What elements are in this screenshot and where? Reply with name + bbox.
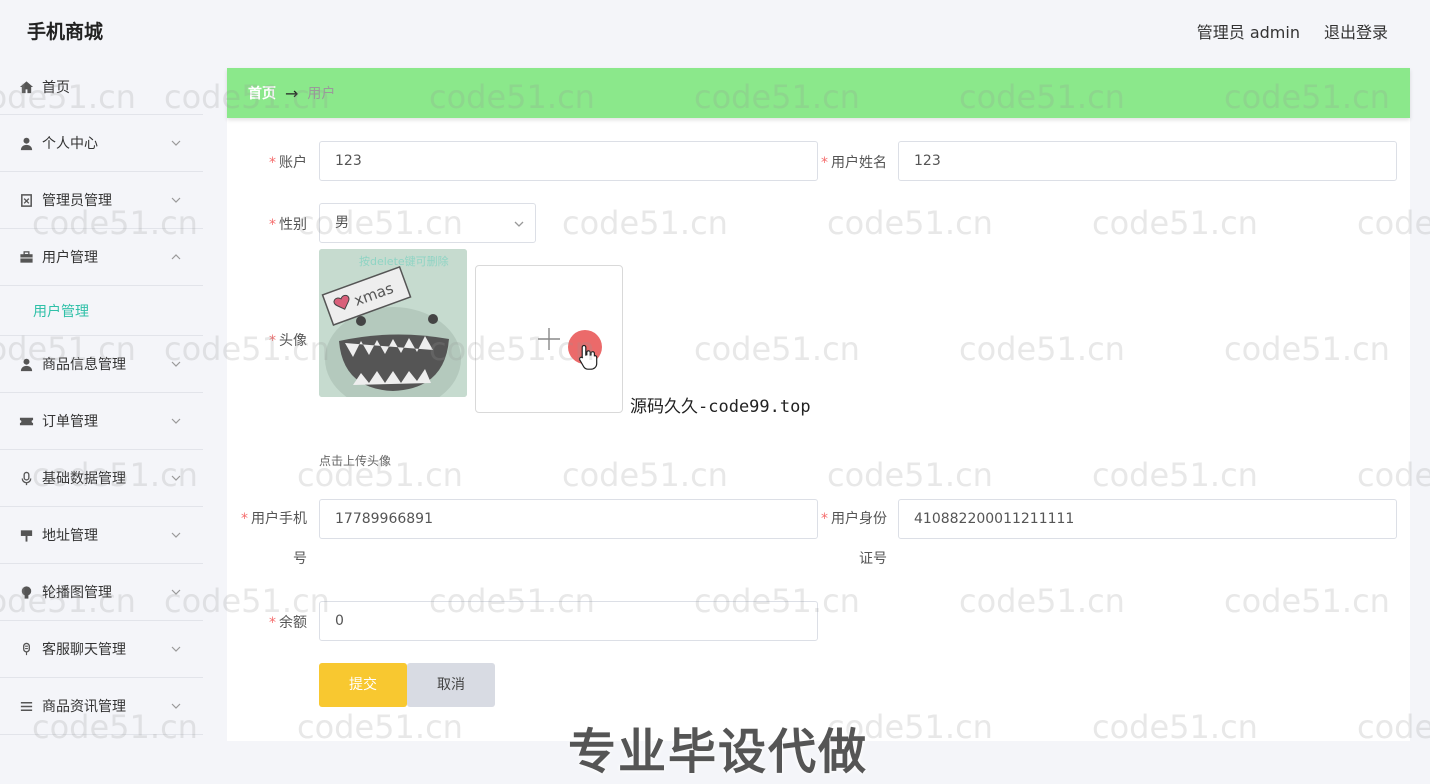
- gender-select[interactable]: 男: [319, 203, 536, 243]
- phone-input[interactable]: 17789966891: [319, 499, 818, 539]
- sidebar-item-news[interactable]: 商品资讯管理: [0, 678, 203, 735]
- sidebar-item-home[interactable]: 首页: [0, 60, 203, 115]
- ticket-icon: [18, 413, 34, 429]
- main-content: 首页 → 用户 * 账户 123 * 用户姓名 123 * 性别 男 * 头像 xmas…: [227, 68, 1410, 741]
- overlay-code-text: 源码久久-code99.top: [630, 397, 811, 417]
- chevron-down-icon: [171, 361, 181, 367]
- sidebar-item-admin[interactable]: 管理员管理: [0, 172, 203, 229]
- sidebar-item-address[interactable]: 地址管理: [0, 507, 203, 564]
- account-label: * 账户: [269, 155, 307, 171]
- avatar-label: * 头像: [269, 333, 307, 349]
- delete-hint-text: 按delete键可删除: [359, 254, 449, 268]
- sidebar-item-orders[interactable]: 订单管理: [0, 393, 203, 450]
- sidebar-item-label: 订单管理: [42, 414, 98, 430]
- sidebar-item-label: 地址管理: [42, 528, 98, 544]
- admin-icon: [18, 192, 34, 208]
- phone-label: * 用户手机 号: [241, 511, 307, 567]
- sidebar-item-label: 首页: [42, 80, 70, 96]
- chevron-down-icon: [171, 197, 181, 203]
- breadcrumb: 首页 → 用户: [227, 68, 1410, 118]
- sidebar-item-products[interactable]: 商品信息管理: [0, 336, 203, 393]
- gender-selected-value: 男: [335, 215, 349, 231]
- sidebar-item-banner[interactable]: 轮播图管理: [0, 564, 203, 621]
- idcard-label: * 用户身份 证号: [821, 511, 887, 567]
- sidebar-item-label: 用户管理: [42, 250, 98, 266]
- chevron-down-icon: [171, 140, 181, 146]
- top-right-actions: 管理员 admin 退出登录: [1197, 19, 1388, 43]
- admin-label[interactable]: 管理员 admin: [1197, 19, 1300, 43]
- name-label: * 用户姓名: [821, 155, 887, 171]
- chevron-down-icon: [171, 418, 181, 424]
- hand-cursor-icon: [578, 344, 598, 370]
- chevron-up-icon: [171, 254, 181, 260]
- chevron-down-icon: [171, 532, 181, 538]
- chevron-down-icon: [514, 221, 524, 227]
- plus-icon: [538, 328, 560, 350]
- sidebar-item-label: 客服聊天管理: [42, 642, 126, 658]
- idcard-input[interactable]: 410882200011211111: [898, 499, 1397, 539]
- signpost-icon: [18, 527, 34, 543]
- user-icon: [18, 356, 34, 372]
- cancel-button[interactable]: 取消: [407, 663, 495, 707]
- sidebar: 首页 个人中心 管理员管理 用户管理 用户管理 商品信息管理 订单管理 基础数据…: [0, 60, 203, 784]
- avatar-upload-hint: 点击上传头像: [319, 454, 392, 468]
- sidebar-item-users[interactable]: 用户管理: [0, 229, 203, 286]
- chevron-down-icon: [171, 703, 181, 709]
- balance-label: * 余额: [269, 615, 307, 631]
- sidebar-item-label: 轮播图管理: [42, 585, 112, 601]
- chevron-down-icon: [171, 589, 181, 595]
- breadcrumb-arrow: →: [285, 83, 299, 103]
- avatar-image[interactable]: xmas 按delete键可删除: [319, 249, 467, 397]
- overlay-banner-text: 专业毕设代做: [568, 724, 869, 780]
- sidebar-item-basic-data[interactable]: 基础数据管理: [0, 450, 203, 507]
- account-input[interactable]: 123: [319, 141, 818, 181]
- sidebar-item-label: 个人中心: [42, 136, 98, 152]
- name-input[interactable]: 123: [898, 141, 1397, 181]
- brand-title: 手机商城: [27, 21, 104, 43]
- sidebar-item-label: 基础数据管理: [42, 471, 126, 487]
- sidebar-item-label: 商品信息管理: [42, 357, 126, 373]
- balance-input[interactable]: 0: [319, 601, 818, 641]
- sidebar-subitem-user-management[interactable]: 用户管理: [0, 286, 203, 336]
- home-icon: [18, 79, 34, 95]
- sidebar-item-label: 管理员管理: [42, 193, 112, 209]
- submit-button[interactable]: 提交: [319, 663, 407, 707]
- mic-icon: [18, 641, 34, 657]
- gender-label: * 性别: [269, 217, 307, 233]
- sidebar-item-profile[interactable]: 个人中心: [0, 115, 203, 172]
- breadcrumb-home[interactable]: 首页: [248, 83, 276, 103]
- chevron-down-icon: [171, 646, 181, 652]
- user-icon: [18, 135, 34, 151]
- sidebar-item-label: 商品资讯管理: [42, 699, 126, 715]
- top-bar: 手机商城 管理员 admin 退出登录: [0, 0, 1430, 60]
- list-icon: [18, 698, 34, 714]
- chevron-down-icon: [171, 475, 181, 481]
- monster-illustration: xmas 按delete键可删除: [319, 249, 467, 397]
- bulb-icon: [18, 584, 34, 600]
- sidebar-item-chat[interactable]: 客服聊天管理: [0, 621, 203, 678]
- avatar-upload-button[interactable]: [475, 265, 623, 413]
- microphone-icon: [18, 470, 34, 486]
- briefcase-icon: [18, 249, 34, 265]
- logout-link[interactable]: 退出登录: [1324, 19, 1388, 43]
- breadcrumb-current: 用户: [307, 86, 336, 102]
